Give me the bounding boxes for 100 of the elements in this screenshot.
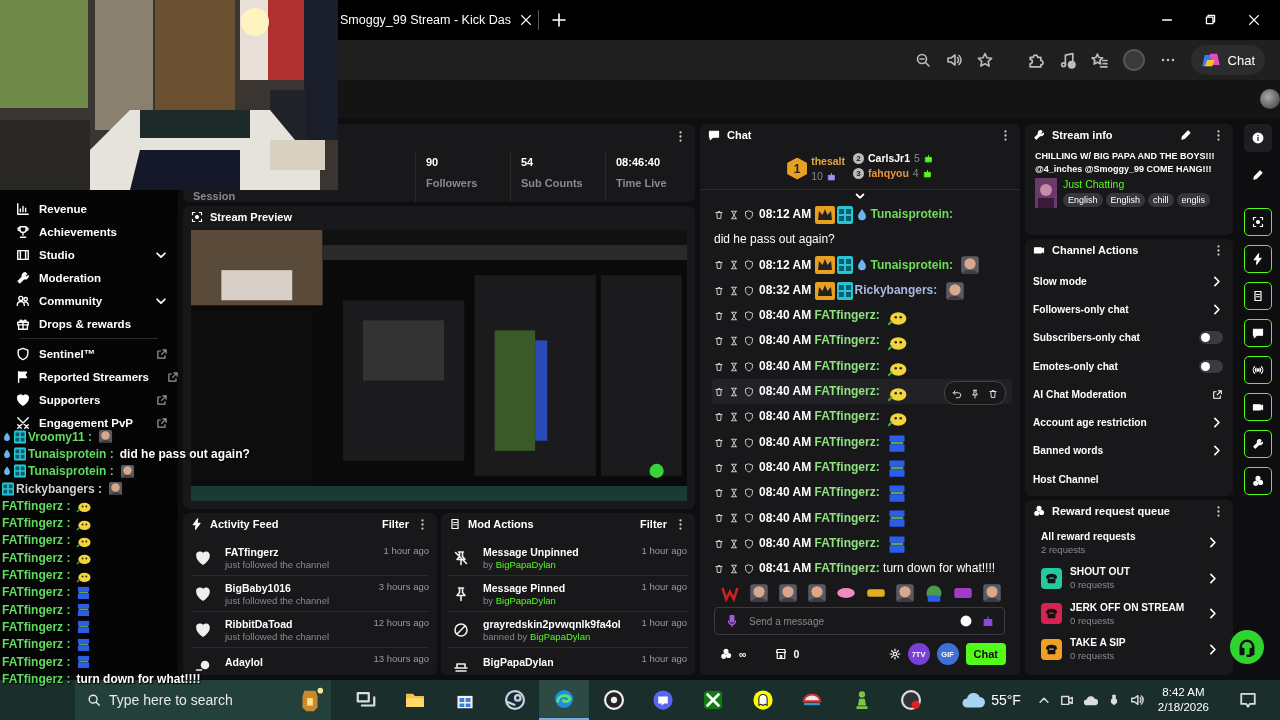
timeout-icon[interactable] <box>729 260 739 271</box>
shield-icon[interactable] <box>744 437 754 448</box>
delete-icon[interactable] <box>714 361 724 372</box>
shield-icon[interactable] <box>744 513 754 524</box>
delete-icon[interactable] <box>714 386 724 397</box>
chat-username[interactable]: FATfingerz: <box>814 409 880 424</box>
settings-icon[interactable] <box>888 648 901 660</box>
sidebar-item[interactable]: Community <box>0 289 178 312</box>
delete-icon[interactable] <box>714 336 724 347</box>
rail-button[interactable] <box>1244 393 1272 421</box>
sidebar-item[interactable]: Drops & rewards <box>0 312 178 335</box>
notification-icon[interactable] <box>1239 691 1258 709</box>
camera-icon[interactable] <box>1059 693 1074 707</box>
delete-icon[interactable] <box>714 462 724 473</box>
sidebar-item[interactable]: Sentinel™ <box>0 342 178 365</box>
delete-icon[interactable] <box>714 437 724 448</box>
sidebar-item[interactable]: Moderation <box>0 266 178 289</box>
rail-button[interactable] <box>1244 430 1272 458</box>
channel-action[interactable]: Banned words <box>1025 436 1233 466</box>
delete-icon[interactable] <box>714 260 724 271</box>
delete-icon[interactable] <box>714 488 724 499</box>
reward-item[interactable]: All reward requests 2 requests <box>1025 525 1233 561</box>
timeout-icon[interactable] <box>729 412 739 423</box>
chat-username[interactable]: FATfingerz: <box>814 510 880 525</box>
shield-icon[interactable] <box>744 488 754 499</box>
timeout-icon[interactable] <box>729 285 739 296</box>
timeout-icon[interactable] <box>729 209 739 220</box>
close-icon[interactable] <box>518 13 533 27</box>
chat-username[interactable]: FATfingerz: <box>814 459 880 474</box>
filter-button[interactable]: Filter <box>382 518 409 530</box>
emoji-icon[interactable] <box>960 615 972 627</box>
star-icon[interactable] <box>976 52 993 68</box>
timeout-icon[interactable] <box>729 564 739 574</box>
category-link[interactable]: Just Chatting <box>1063 178 1211 190</box>
shield-icon[interactable] <box>744 361 754 372</box>
chat-username[interactable]: FATfingerz: <box>814 535 880 550</box>
reward-item[interactable]: SHOUT OUT 0 requests <box>1025 560 1233 596</box>
delete-icon[interactable] <box>714 412 724 423</box>
sidebar-item[interactable]: Supporters <box>0 388 178 411</box>
chat-username[interactable]: Tunaisprotein: <box>870 207 954 221</box>
timeout-icon[interactable] <box>729 513 739 524</box>
channel-action[interactable]: AI Chat Moderation <box>1025 380 1233 409</box>
chat-username[interactable]: FATfingerz: <box>814 434 880 449</box>
channel-action[interactable]: Followers-only chat <box>1025 295 1233 324</box>
timeout-icon[interactable] <box>729 386 739 397</box>
rail-button[interactable] <box>1244 124 1272 152</box>
chat-send-button[interactable]: Chat <box>965 643 1006 665</box>
shield-icon[interactable] <box>744 311 754 321</box>
filter-button[interactable]: Filter <box>640 518 667 530</box>
sidebar-item[interactable]: Studio <box>0 243 178 266</box>
zoom-icon[interactable] <box>914 52 931 68</box>
tag-chip[interactable]: chill <box>1148 193 1174 207</box>
delete-icon[interactable] <box>714 513 724 524</box>
chat-username[interactable]: FATfingerz: <box>814 358 880 373</box>
chat-username[interactable]: Rickybangers: <box>854 282 938 297</box>
rail-button[interactable] <box>1244 356 1272 384</box>
rail-button[interactable] <box>1244 282 1272 310</box>
chat-username[interactable]: FATfingerz: <box>814 384 880 399</box>
shield-icon[interactable] <box>744 538 754 549</box>
delete-icon[interactable] <box>714 311 724 321</box>
message-input[interactable]: Send a message <box>714 607 1005 635</box>
tag-chip[interactable]: englis <box>1176 193 1211 207</box>
chat-username[interactable]: Tunaisprotein: <box>870 257 954 272</box>
timeout-icon[interactable] <box>729 437 739 448</box>
tab-title[interactable]: Smoggy_99 Stream - Kick Das <box>340 13 511 27</box>
sidebar-item[interactable]: Reported Streamers <box>0 365 178 388</box>
delete-icon[interactable] <box>714 538 724 549</box>
chat-username[interactable]: FATfingerz: <box>814 308 880 323</box>
delete-icon[interactable] <box>714 285 724 296</box>
shield-icon[interactable] <box>744 564 754 574</box>
restore-icon[interactable] <box>1204 13 1217 26</box>
reward-item[interactable]: JERK OFF ON STREAM 0 requests <box>1025 596 1233 632</box>
chat-username[interactable]: FATfingerz: <box>814 561 880 576</box>
channel-action[interactable]: Host Channel <box>1025 465 1233 494</box>
user-link[interactable]: BigPapaDylan <box>530 630 591 642</box>
shield-icon[interactable] <box>744 209 754 220</box>
sidebar-item[interactable]: Achievements <box>0 220 178 243</box>
store-icon[interactable] <box>774 648 787 660</box>
rail-button[interactable] <box>1244 245 1272 273</box>
shield-icon[interactable] <box>744 285 754 296</box>
rail-button[interactable] <box>1244 208 1272 236</box>
clock[interactable]: 8:42 AM 2/18/2026 <box>1157 685 1210 715</box>
timeout-icon[interactable] <box>729 336 739 347</box>
shield-icon[interactable] <box>744 336 754 347</box>
rail-button[interactable] <box>1244 319 1272 347</box>
speaker-icon[interactable] <box>945 52 962 68</box>
user-avatar[interactable] <box>1260 89 1280 109</box>
plus-icon[interactable] <box>551 12 567 28</box>
shield-icon[interactable] <box>744 260 754 271</box>
leader-name[interactable]: CarlsJr1 <box>868 152 910 164</box>
sidebar-item[interactable]: Revenue <box>0 197 178 220</box>
chat-username[interactable]: FATfingerz: <box>814 485 880 500</box>
tag-chip[interactable]: English <box>1105 193 1146 207</box>
toggle-switch[interactable] <box>1199 331 1223 345</box>
shield-icon[interactable] <box>744 386 754 397</box>
delete-icon[interactable] <box>714 209 724 220</box>
user-link[interactable]: BigPapaDylan <box>495 594 556 606</box>
timeout-icon[interactable] <box>729 538 739 549</box>
timeout-icon[interactable] <box>729 311 739 321</box>
timeout-icon[interactable] <box>729 488 739 499</box>
